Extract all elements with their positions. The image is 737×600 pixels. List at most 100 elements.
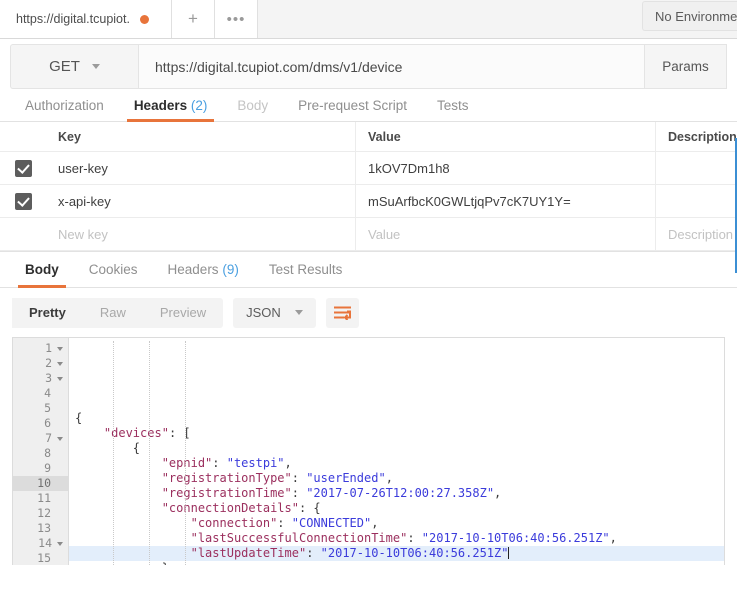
- header-description-cell[interactable]: [656, 185, 737, 217]
- fold-arrow-icon[interactable]: [57, 361, 63, 366]
- http-method-selector[interactable]: GET: [10, 44, 138, 89]
- request-tab-pre-request-script[interactable]: Pre-request Script: [283, 98, 422, 121]
- line-number: 7: [13, 431, 68, 446]
- code-token: "lastSuccessfulConnectionTime": [190, 531, 408, 545]
- line-number-label: 12: [37, 506, 51, 520]
- code-token: ,: [609, 531, 617, 545]
- table-row[interactable]: x-api-key mSuArfbcK0GWLtjqPv7cK7UY1Y=: [0, 185, 737, 218]
- format-selector[interactable]: JSON: [233, 297, 316, 328]
- code-token: :: [306, 546, 321, 560]
- environment-label: No Environment: [655, 8, 737, 24]
- header-value-cell[interactable]: mSuArfbcK0GWLtjqPv7cK7UY1Y=: [356, 185, 656, 217]
- view-mode-preview[interactable]: Preview: [143, 298, 223, 328]
- response-tab-body[interactable]: Body: [10, 262, 74, 288]
- request-tab-label: https://digital.tcupiot.: [16, 12, 130, 26]
- column-header-value: Value: [356, 122, 656, 151]
- request-tab-tests[interactable]: Tests: [422, 98, 484, 121]
- code-line: },: [69, 561, 724, 565]
- tab-label: Body: [25, 262, 59, 277]
- url-bar: GET https://digital.tcupiot.com/dms/v1/d…: [0, 44, 737, 89]
- table-row[interactable]: user-key 1kOV7Dm1h8: [0, 152, 737, 185]
- code-line: "registrationTime": "2017-07-26T12:00:27…: [69, 486, 724, 501]
- format-label: JSON: [246, 305, 281, 320]
- code-token: "CONNECTED": [291, 516, 372, 530]
- line-number: 9: [13, 461, 68, 476]
- code-token: :: [277, 516, 292, 530]
- new-tab-button[interactable]: +: [172, 0, 215, 38]
- request-tab-body[interactable]: Body: [222, 98, 283, 121]
- code-token: ,: [284, 456, 292, 470]
- line-number-gutter: 1 2 3 4 5 6 7 8 9 10 11 12 13 14 15: [13, 338, 69, 565]
- response-code-area[interactable]: { "devices": [ { "epnid": "testpi", "reg…: [69, 338, 724, 565]
- params-label: Params: [662, 59, 709, 74]
- tab-label: Pre-request Script: [298, 98, 407, 113]
- params-button[interactable]: Params: [645, 44, 727, 89]
- fold-arrow-icon[interactable]: [57, 376, 63, 381]
- code-token: "connectionDetails": [161, 501, 299, 515]
- header-key-cell[interactable]: user-key: [46, 152, 356, 184]
- column-header-description: Description: [668, 129, 737, 144]
- tab-label: Body: [237, 98, 269, 113]
- headers-table-header-row: Key Value Description: [0, 122, 737, 152]
- line-number: 3: [13, 371, 68, 386]
- tab-label: Test Results: [268, 262, 343, 277]
- url-input[interactable]: https://digital.tcupiot.com/dms/v1/devic…: [138, 44, 645, 89]
- line-number: 1: [13, 341, 68, 356]
- text-cursor: [508, 547, 510, 559]
- code-token: "registrationType": [161, 471, 292, 485]
- fold-arrow-icon[interactable]: [57, 346, 63, 351]
- postman-window: https://digital.tcupiot. + ••• No Enviro…: [0, 0, 737, 600]
- ellipsis-icon: •••: [226, 10, 246, 28]
- line-number-label: 13: [37, 521, 51, 535]
- line-number-label: 7: [45, 431, 52, 445]
- code-token: ,: [494, 486, 502, 500]
- view-mode-raw[interactable]: Raw: [83, 298, 143, 328]
- code-token: "2017-10-10T06:40:56.251Z": [421, 531, 610, 545]
- code-token: :: [407, 531, 422, 545]
- new-key-input[interactable]: New key: [46, 218, 356, 250]
- wrap-lines-button[interactable]: [325, 297, 359, 328]
- line-number-label: 2: [45, 356, 52, 370]
- more-options-button[interactable]: •••: [215, 0, 258, 38]
- header-enabled-checkbox[interactable]: [14, 159, 32, 177]
- response-tab-test-results[interactable]: Test Results: [254, 262, 358, 287]
- line-number: 2: [13, 356, 68, 371]
- code-token: :: [291, 486, 307, 500]
- line-number: 11: [13, 491, 68, 506]
- headers-new-row[interactable]: New key Value Description: [0, 218, 737, 251]
- view-mode-group: Pretty Raw Preview: [12, 297, 224, 328]
- request-tab-active[interactable]: https://digital.tcupiot.: [0, 0, 172, 38]
- chevron-down-icon: [91, 64, 100, 69]
- fold-arrow-icon[interactable]: [57, 436, 63, 441]
- line-number: 12: [13, 506, 68, 521]
- header-value-cell[interactable]: 1kOV7Dm1h8: [356, 152, 656, 184]
- header-description-cell[interactable]: [656, 152, 737, 184]
- code-token: {: [132, 441, 141, 455]
- line-number: 10: [13, 476, 68, 491]
- tab-label: Authorization: [25, 98, 104, 113]
- wrap-lines-icon: [333, 306, 351, 320]
- header-key-cell[interactable]: x-api-key: [46, 185, 356, 217]
- code-token: },: [162, 561, 176, 565]
- code-token: "connection": [190, 516, 278, 530]
- new-value-input[interactable]: Value: [356, 218, 656, 250]
- line-number: 4: [13, 386, 68, 401]
- response-tab-headers[interactable]: Headers (9): [153, 262, 254, 287]
- header-enabled-checkbox[interactable]: [14, 192, 32, 210]
- line-number: 8: [13, 446, 68, 461]
- line-number: 6: [13, 416, 68, 431]
- fold-arrow-icon[interactable]: [57, 541, 63, 546]
- new-description-input[interactable]: Description: [656, 218, 737, 250]
- code-token: : [: [168, 426, 191, 440]
- line-number: 15: [13, 551, 68, 565]
- response-tab-cookies[interactable]: Cookies: [74, 262, 153, 287]
- response-body-editor[interactable]: 1 2 3 4 5 6 7 8 9 10 11 12 13 14 15 { "devices": [ { "…: [12, 337, 725, 565]
- line-number-label: 14: [38, 536, 52, 550]
- http-method-label: GET: [49, 58, 80, 75]
- view-mode-pretty[interactable]: Pretty: [12, 297, 83, 328]
- line-number-label: 3: [45, 371, 52, 385]
- request-tab-headers[interactable]: Headers (2): [119, 98, 223, 122]
- tab-label: Cookies: [88, 262, 138, 277]
- request-tab-authorization[interactable]: Authorization: [10, 98, 119, 121]
- environment-selector[interactable]: No Environment: [642, 1, 737, 31]
